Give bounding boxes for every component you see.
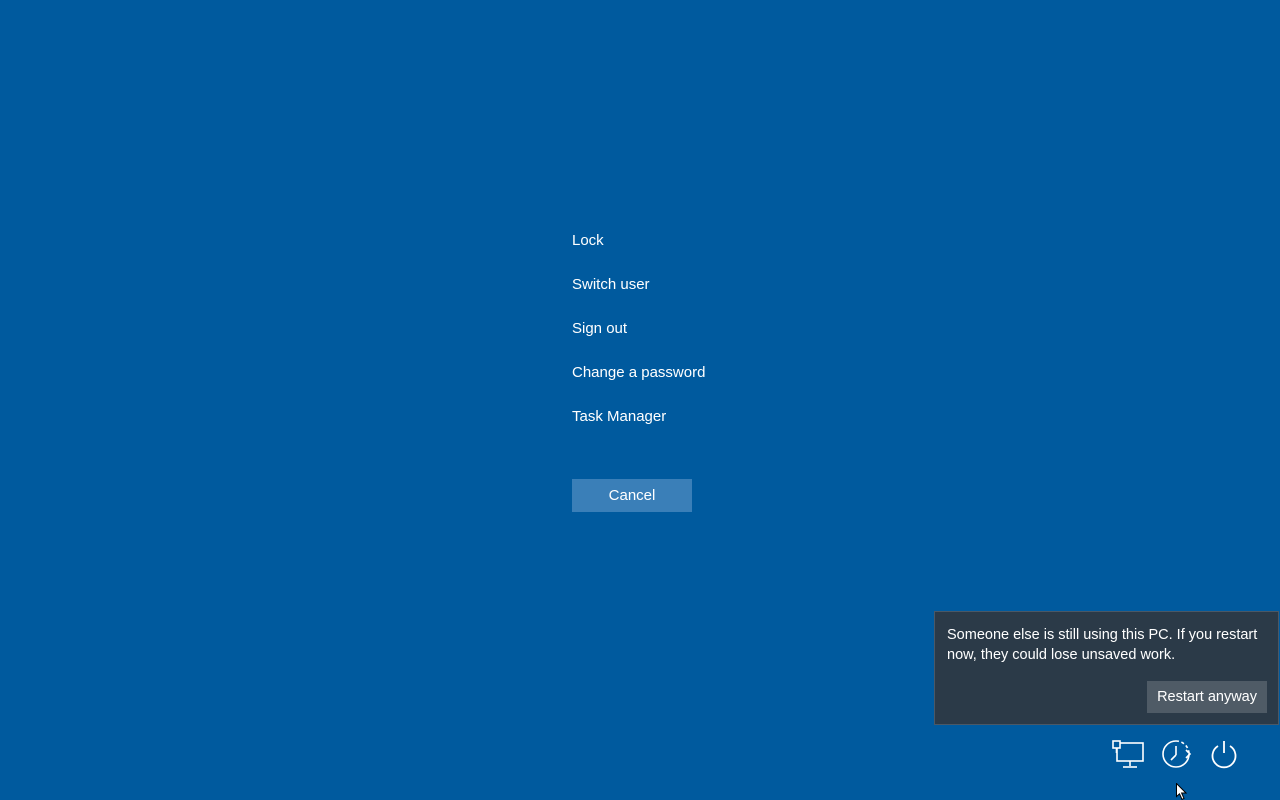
- restart-warning-flyout: Someone else is still using this PC. If …: [934, 611, 1279, 725]
- accessibility-button[interactable]: [1158, 736, 1194, 772]
- power-button[interactable]: [1206, 736, 1242, 772]
- lock-option[interactable]: Lock: [572, 230, 705, 252]
- network-button[interactable]: [1110, 736, 1146, 772]
- cancel-button[interactable]: Cancel: [572, 479, 692, 512]
- switch-user-option[interactable]: Switch user: [572, 274, 705, 296]
- sign-out-option[interactable]: Sign out: [572, 318, 705, 340]
- accessibility-icon: [1162, 740, 1192, 768]
- change-password-option[interactable]: Change a password: [572, 362, 705, 384]
- power-icon: [1211, 741, 1237, 769]
- network-icon: [1112, 740, 1144, 768]
- security-options-menu: Lock Switch user Sign out Change a passw…: [572, 230, 705, 450]
- restart-anyway-button[interactable]: Restart anyway: [1147, 681, 1267, 713]
- mouse-cursor-icon: [1176, 783, 1188, 800]
- security-options-screen: Lock Switch user Sign out Change a passw…: [0, 0, 1280, 800]
- restart-warning-message: Someone else is still using this PC. If …: [947, 627, 1258, 663]
- task-manager-option[interactable]: Task Manager: [572, 406, 705, 428]
